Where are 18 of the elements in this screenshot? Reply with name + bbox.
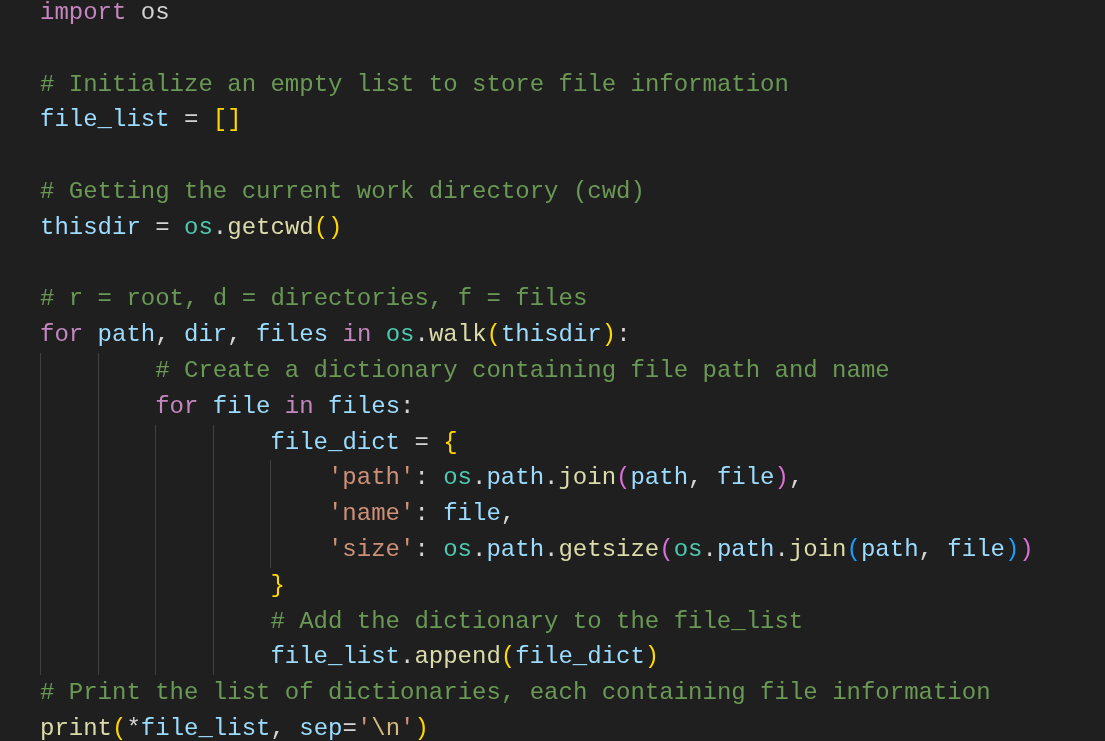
code-line: for path, dir, files in os.walk(thisdir): [40, 320, 632, 351]
code-line: import os [40, 0, 171, 28]
code-line: # Initialize an empty list to store file information [40, 69, 790, 100]
code-line: } [40, 567, 1105, 604]
code-line: # r = root, d = directories, f = files [40, 284, 589, 315]
code-line: print(*file_list, sep='\n') [40, 713, 430, 741]
code-line: thisdir = os.getcwd() [40, 212, 344, 243]
code-line: file_list.append(file_dict) [40, 639, 1105, 676]
code-line: for file in files: [40, 388, 1105, 425]
code-line: # Create a dictionary containing file path and name [40, 352, 1105, 389]
code-line: 'size': os.path.getsize(os.path.join(path, file)) [40, 531, 1105, 568]
code-line: # Print the list of dictionaries, each containing file information [40, 678, 992, 709]
code-line: # Add the dictionary to the file_list [40, 603, 1105, 640]
code-line: # Getting the current work directory (cwd) [40, 177, 646, 207]
code-line: file_list = [] [40, 105, 243, 136]
code-line: 'name': file, [40, 496, 1105, 532]
code-line: 'path': os.path.join(path, file), [40, 460, 1105, 497]
code-line: file_dict = { [40, 424, 1105, 461]
